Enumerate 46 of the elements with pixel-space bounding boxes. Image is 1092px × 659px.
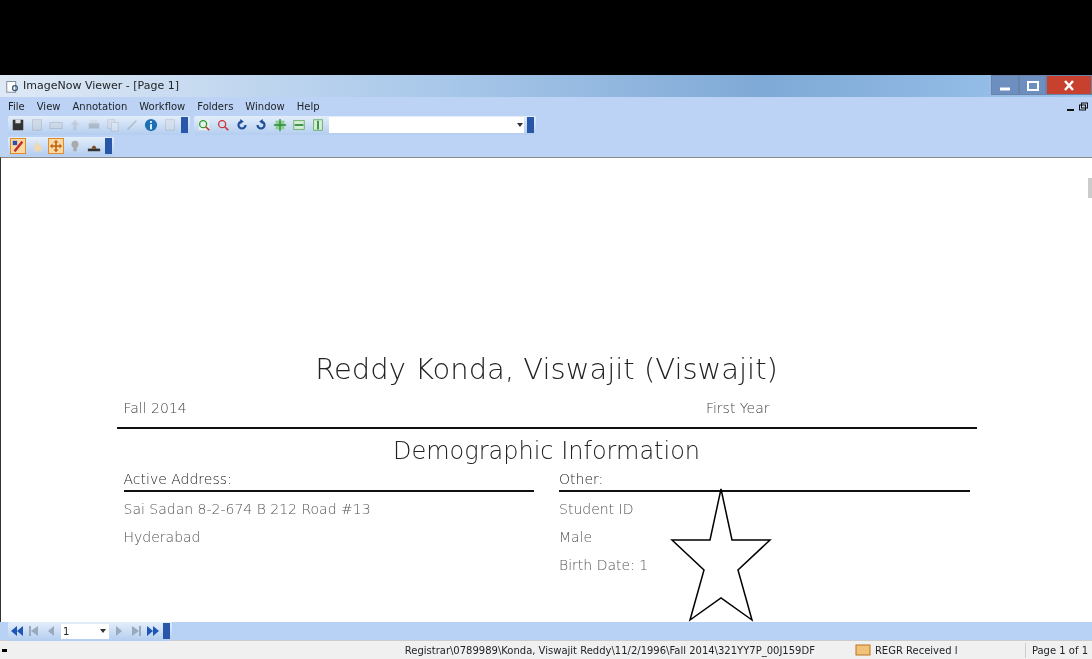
fit-width-icon[interactable]	[291, 117, 307, 133]
window-title: ImageNow Viewer - [Page 1]	[23, 77, 179, 94]
move-icon[interactable]	[48, 138, 64, 154]
info-line: Male	[559, 527, 594, 547]
document-path: Registrar\0789989\Konda, Viswajit Reddy\11/2/1996\Fall 2014\321YY7P_00J159DF	[404, 643, 815, 658]
page-count: Page 1 of 1	[1024, 642, 1092, 658]
scrollbar-edge	[1088, 178, 1092, 198]
viewer-icon	[6, 79, 19, 93]
section-heading: Demographic Information	[391, 435, 702, 467]
info-line: Hyderabad	[123, 527, 202, 547]
menu-item[interactable]: File	[8, 98, 25, 114]
close-button[interactable]	[1046, 75, 1092, 95]
year-level-text: First Year	[705, 398, 770, 418]
menu-item[interactable]: Folders	[197, 98, 234, 114]
info-line: Birth Date: 1	[559, 555, 650, 575]
menu-item[interactable]: Workflow	[139, 98, 186, 114]
student-name: Reddy Konda, Viswajit (Viswajit)	[314, 351, 779, 388]
inbox-icon	[854, 644, 871, 656]
fit-height-icon[interactable]	[310, 117, 326, 133]
term-text: Fall 2014	[123, 398, 187, 418]
floppy-icon[interactable]	[10, 117, 26, 133]
info-line: Student ID	[559, 499, 635, 519]
column-heading: Active Address:	[123, 468, 534, 492]
info-icon[interactable]	[143, 117, 159, 133]
marker-icon[interactable]	[10, 138, 26, 154]
fit-page-icon[interactable]	[272, 117, 288, 133]
page-field[interactable]: 1	[61, 623, 109, 639]
last-page-icon[interactable]	[146, 625, 160, 637]
maximize-icon	[1026, 80, 1039, 91]
menu-item[interactable]: View	[36, 98, 61, 114]
zoom-in-icon[interactable]	[196, 117, 212, 133]
close-icon	[1063, 79, 1075, 91]
minimize-icon	[1000, 87, 1010, 90]
column-heading: Other:	[559, 468, 970, 492]
status-marker-icon	[2, 648, 7, 652]
info-line: Sai Sadan 8-2-674 B 212 Road #13	[123, 499, 372, 519]
menu-item[interactable]: Help	[296, 98, 320, 114]
menu-item[interactable]: Window	[245, 98, 285, 114]
first-page-icon[interactable]	[10, 625, 24, 637]
minimize-button[interactable]	[991, 75, 1019, 95]
maximize-button[interactable]	[1019, 75, 1046, 95]
dropdown-arrow-icon	[99, 628, 107, 634]
queue-status: REGR Received l	[874, 643, 959, 658]
menu-item[interactable]: Annotation	[72, 98, 128, 114]
zoom-out-icon[interactable]	[215, 117, 231, 133]
dropdown-arrow-icon	[516, 122, 524, 128]
